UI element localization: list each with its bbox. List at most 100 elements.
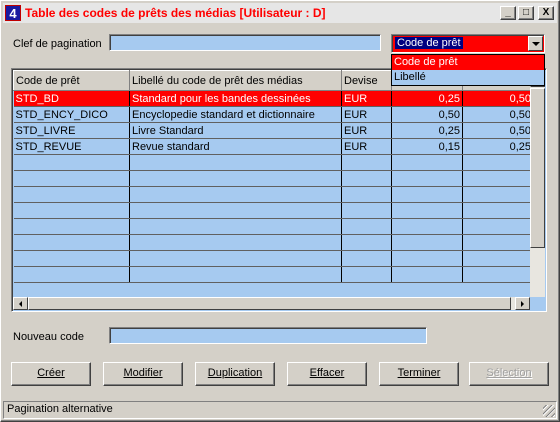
minimize-button[interactable]: _	[500, 6, 516, 20]
cell-code[interactable]: STD_BD	[13, 90, 130, 107]
cell-amount-2[interactable]	[462, 186, 533, 203]
table-row[interactable]	[13, 250, 533, 267]
cell-amount-1[interactable]: 0,25	[391, 90, 463, 107]
table-row[interactable]: STD_REVUE Revue standard EUR 0,15 0,25	[13, 138, 533, 155]
scroll-right-button[interactable]	[515, 297, 530, 310]
cell-label[interactable]	[129, 186, 342, 203]
cell-amount-2[interactable]	[462, 250, 533, 267]
table-row[interactable]: STD_LIVRE Livre Standard EUR 0,25 0,50	[13, 122, 533, 139]
finish-button[interactable]: Terminer	[379, 362, 459, 386]
cell-currency[interactable]: EUR	[341, 122, 392, 139]
cell-amount-1[interactable]	[391, 234, 463, 251]
cell-code[interactable]	[13, 170, 130, 187]
sort-order-combo[interactable]: Code de prêt	[391, 34, 545, 53]
combo-dropdown-button[interactable]	[528, 36, 543, 51]
cell-amount-1[interactable]: 0,25	[391, 122, 463, 139]
table-row[interactable]	[13, 266, 533, 283]
cell-label[interactable]	[129, 218, 342, 235]
create-button[interactable]: Créer	[11, 362, 91, 386]
cell-code[interactable]	[13, 234, 130, 251]
cell-currency[interactable]	[341, 250, 392, 267]
cell-amount-2[interactable]: 0,50	[462, 106, 533, 123]
cell-amount-1[interactable]: 0,50	[391, 106, 463, 123]
cell-label[interactable]: Encyclopedie standard et dictionnaire	[129, 106, 342, 123]
cell-label[interactable]	[129, 266, 342, 283]
duplicate-button[interactable]: Duplication	[195, 362, 275, 386]
close-button[interactable]: X	[538, 6, 554, 20]
maximize-button[interactable]: □	[518, 6, 534, 20]
cell-amount-2[interactable]: 0,50	[462, 90, 533, 107]
cell-code[interactable]	[13, 202, 130, 219]
cell-currency[interactable]: EUR	[341, 106, 392, 123]
scroll-left-button[interactable]	[13, 297, 28, 310]
cell-amount-1[interactable]: 0,15	[391, 138, 463, 155]
cell-amount-2[interactable]	[462, 218, 533, 235]
cell-amount-2[interactable]	[462, 266, 533, 283]
cell-currency[interactable]	[341, 266, 392, 283]
vertical-scroll-thumb[interactable]	[530, 88, 545, 248]
app-icon[interactable]: 4	[5, 5, 21, 21]
cell-label[interactable]	[129, 234, 342, 251]
pagination-key-input[interactable]	[109, 34, 381, 51]
cell-amount-1[interactable]	[391, 218, 463, 235]
cell-currency[interactable]: EUR	[341, 90, 392, 107]
table-row[interactable]	[13, 234, 533, 251]
delete-button[interactable]: Effacer	[287, 362, 367, 386]
cell-code[interactable]	[13, 250, 130, 267]
cell-code[interactable]: STD_REVUE	[13, 138, 130, 155]
cell-amount-1[interactable]	[391, 266, 463, 283]
new-code-label: Nouveau code	[13, 331, 84, 343]
cell-currency[interactable]	[341, 202, 392, 219]
table-row[interactable]	[13, 218, 533, 235]
cell-code[interactable]: STD_ENCY_DICO	[13, 106, 130, 123]
cell-currency[interactable]	[341, 170, 392, 187]
cell-amount-1[interactable]	[391, 186, 463, 203]
cell-amount-1[interactable]	[391, 250, 463, 267]
cell-amount-2[interactable]	[462, 234, 533, 251]
cell-currency[interactable]: EUR	[341, 138, 392, 155]
resize-grip-icon[interactable]	[543, 405, 555, 417]
select-button[interactable]: Sélection	[469, 362, 549, 386]
new-code-input[interactable]	[109, 327, 427, 344]
table-row[interactable]	[13, 202, 533, 219]
column-header-label[interactable]: Libellé du code de prêt des médias	[129, 70, 342, 91]
cell-amount-2[interactable]	[462, 154, 533, 171]
dropdown-option-libelle[interactable]: Libellé	[392, 70, 544, 85]
table-row[interactable]	[13, 170, 533, 187]
cell-amount-1[interactable]	[391, 202, 463, 219]
cell-amount-2[interactable]	[462, 170, 533, 187]
cell-label[interactable]	[129, 170, 342, 187]
vertical-scrollbar[interactable]	[530, 70, 545, 297]
column-header-code[interactable]: Code de prêt	[13, 70, 130, 91]
table-row[interactable]	[13, 186, 533, 203]
cell-amount-2[interactable]	[462, 202, 533, 219]
cell-currency[interactable]	[341, 186, 392, 203]
cell-currency[interactable]	[341, 234, 392, 251]
column-header-currency[interactable]: Devise	[341, 70, 392, 91]
cell-code[interactable]	[13, 186, 130, 203]
cell-label[interactable]	[129, 154, 342, 171]
title-bar[interactable]: 4 Table des codes de prêts des médias [U…	[3, 3, 557, 23]
cell-label[interactable]: Livre Standard	[129, 122, 342, 139]
dropdown-option-code[interactable]: Code de prêt	[392, 55, 544, 70]
modify-button[interactable]: Modifier	[103, 362, 183, 386]
table-row[interactable]	[13, 154, 533, 171]
cell-label[interactable]: Revue standard	[129, 138, 342, 155]
cell-code[interactable]	[13, 266, 130, 283]
table-row[interactable]: STD_BD Standard pour les bandes dessinées…	[13, 90, 533, 107]
cell-label[interactable]	[129, 202, 342, 219]
cell-label[interactable]	[129, 250, 342, 267]
cell-amount-1[interactable]	[391, 154, 463, 171]
table-row[interactable]: STD_ENCY_DICO Encyclopedie standard et di…	[13, 106, 533, 123]
horizontal-scroll-thumb[interactable]	[28, 297, 511, 310]
cell-amount-1[interactable]	[391, 170, 463, 187]
cell-amount-2[interactable]: 0,25	[462, 138, 533, 155]
cell-currency[interactable]	[341, 218, 392, 235]
cell-code[interactable]	[13, 218, 130, 235]
cell-code[interactable]	[13, 154, 130, 171]
cell-label[interactable]: Standard pour les bandes dessinées	[129, 90, 342, 107]
cell-currency[interactable]	[341, 154, 392, 171]
cell-code[interactable]: STD_LIVRE	[13, 122, 130, 139]
horizontal-scrollbar[interactable]	[13, 297, 530, 310]
cell-amount-2[interactable]: 0,50	[462, 122, 533, 139]
